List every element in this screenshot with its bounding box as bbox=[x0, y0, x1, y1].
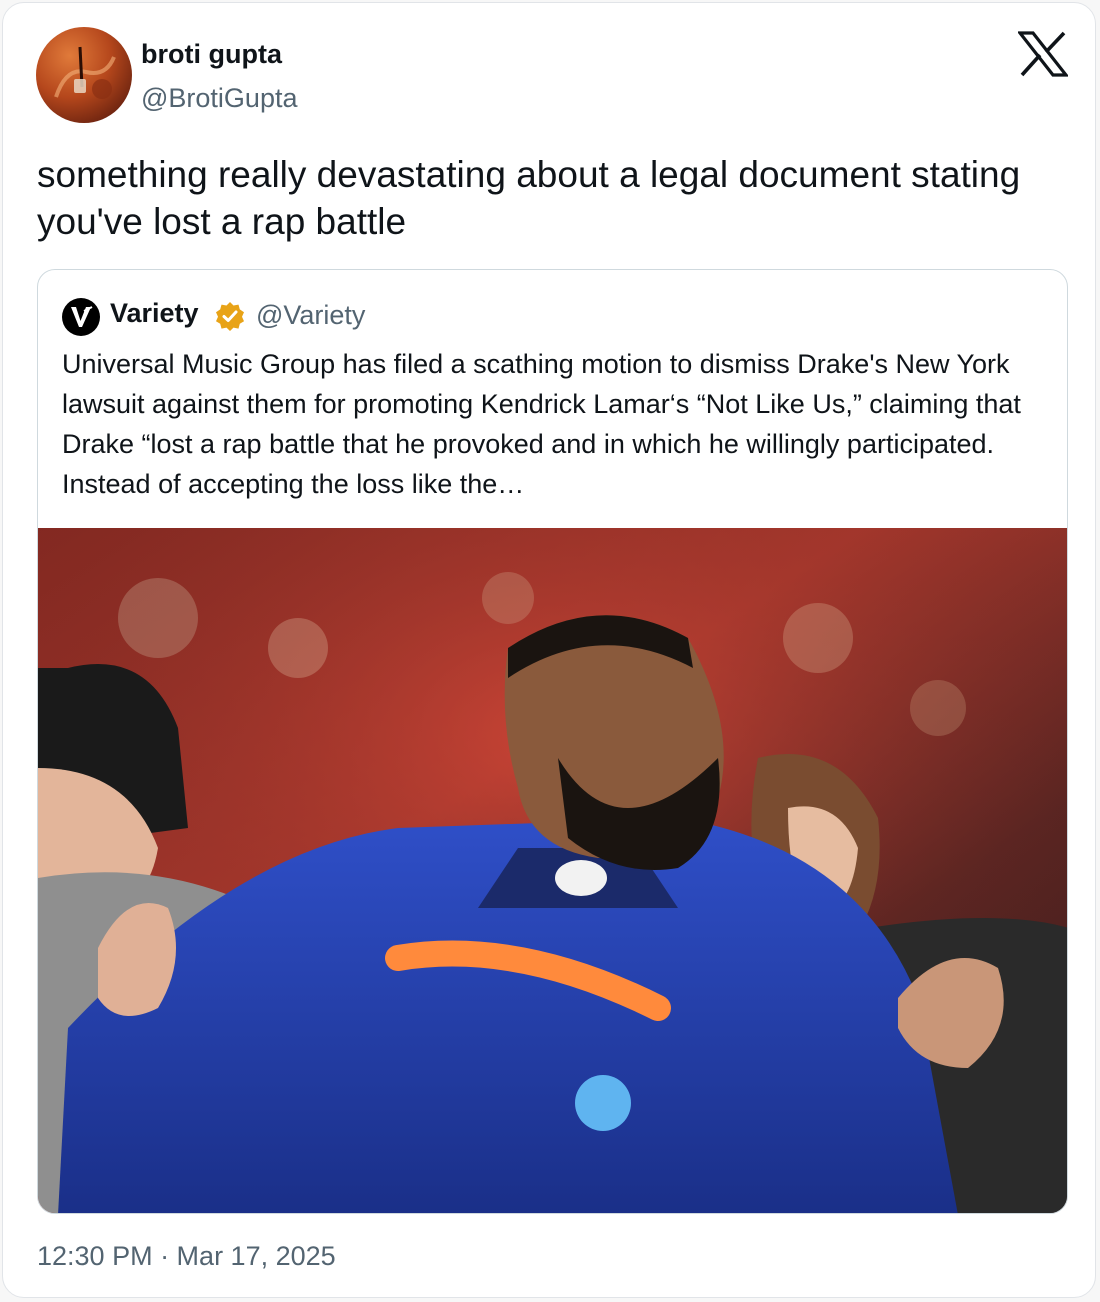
author-avatar[interactable] bbox=[36, 27, 132, 123]
verified-badge-icon bbox=[214, 300, 246, 332]
quoted-author-handle[interactable]: @Variety bbox=[256, 300, 365, 331]
author-handle[interactable]: @BrotiGupta bbox=[141, 83, 297, 114]
avatar-photo-icon bbox=[54, 46, 116, 99]
author-name[interactable]: broti gupta bbox=[141, 39, 282, 70]
quoted-tweet-text: Universal Music Group has filed a scathi… bbox=[62, 349, 1021, 499]
variety-logo-icon bbox=[62, 298, 100, 336]
tweet-text: something really devastating about a leg… bbox=[37, 154, 1021, 242]
quoted-tweet-photo[interactable] bbox=[38, 528, 1068, 1214]
tweet-timestamp[interactable]: 12:30 PM · Mar 17, 2025 bbox=[37, 1241, 336, 1272]
quoted-author-name[interactable]: Variety bbox=[110, 298, 199, 329]
x-logo-icon[interactable] bbox=[1016, 31, 1070, 77]
quoted-tweet[interactable]: Variety @Variety Universal Music Group h… bbox=[37, 269, 1068, 1214]
tweet-card: broti gupta @BrotiGupta something really… bbox=[2, 2, 1096, 1298]
